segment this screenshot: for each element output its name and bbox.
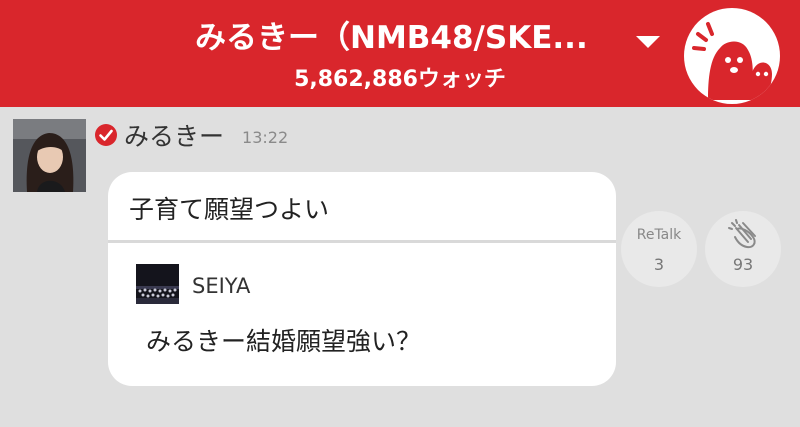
- avatar[interactable]: [13, 119, 86, 192]
- retalk-label: ReTalk: [636, 227, 682, 243]
- clap-count: 93: [732, 255, 754, 274]
- quote-divider: [108, 240, 616, 243]
- quote-author-name[interactable]: SEIYA: [192, 272, 250, 300]
- watch-count: 5,862,886ウォッチ: [294, 67, 506, 92]
- retalk-count: 3: [653, 255, 665, 274]
- quote-text: みるきー結婚願望強い？: [146, 327, 422, 356]
- app-header: みるきー（NMB48/SKE... 5,862,886ウォッチ: [0, 0, 800, 107]
- quote-author-avatar[interactable]: [136, 264, 179, 304]
- clap-button[interactable]: 93: [705, 211, 781, 287]
- post-time: 13:22: [242, 127, 289, 147]
- retalk-button[interactable]: ReTalk 3: [621, 211, 697, 287]
- post-meta: みるきー 13:22: [94, 118, 288, 152]
- author-name[interactable]: みるきー: [124, 117, 224, 153]
- ghost-mascot-logo[interactable]: [684, 8, 780, 104]
- chevron-down-icon[interactable]: [632, 30, 664, 52]
- talk-title[interactable]: みるきー（NMB48/SKE...: [195, 16, 615, 60]
- verified-check-icon: [94, 123, 118, 147]
- message-text: 子育て願望つよい: [129, 195, 330, 224]
- clapping-hands-icon: [727, 219, 761, 249]
- message-bubble[interactable]: 子育て願望つよい SEIYA みるきー結婚願望強い？: [108, 172, 616, 386]
